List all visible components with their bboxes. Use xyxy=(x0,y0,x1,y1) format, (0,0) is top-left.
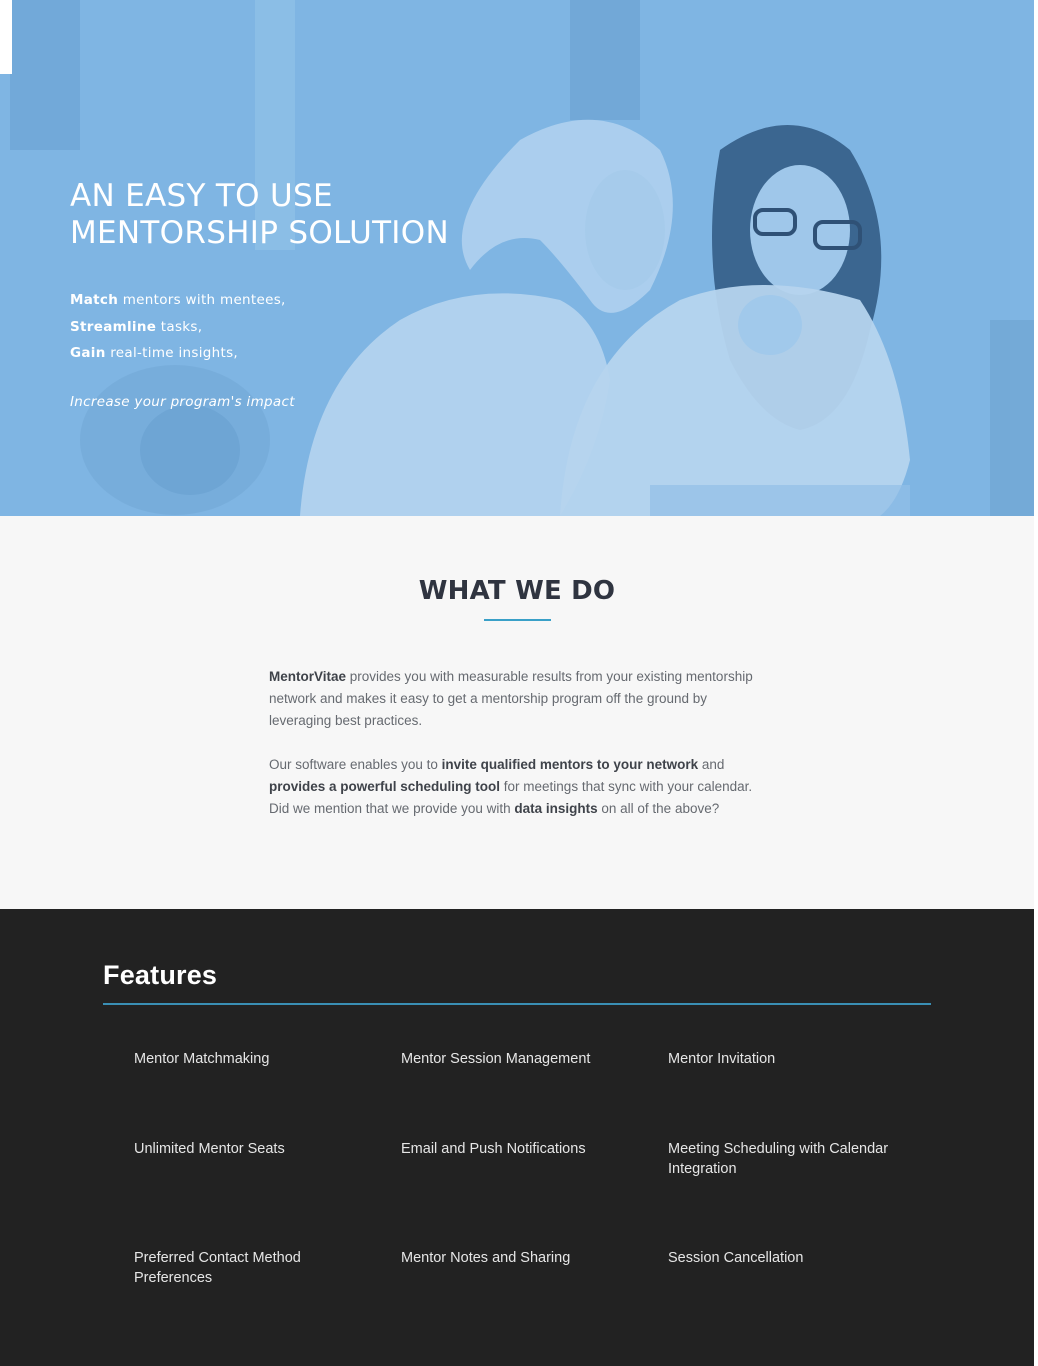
what-we-do-paragraph-1: MentorVitae provides you with measurable… xyxy=(269,666,769,732)
hero-title: AN EASY TO USE MENTORSHIP SOLUTION xyxy=(70,178,590,252)
hero-tagline: Increase your program's impact xyxy=(70,394,295,410)
features-section: Features Mentor Matchmaking Mentor Sessi… xyxy=(0,909,1034,1366)
feature-item: Mentor Session Management xyxy=(401,1051,591,1067)
feature-item: Email and Push Notifications xyxy=(401,1141,586,1157)
what-we-do-p2-bold1: invite qualified mentors to your network xyxy=(441,757,699,772)
feature-item: Preferred Contact Method Preferences xyxy=(134,1250,301,1286)
feature-item: Meeting Scheduling with Calendar Integra… xyxy=(668,1141,889,1177)
what-we-do-underline xyxy=(484,619,551,621)
page-right-edge xyxy=(1034,0,1038,1366)
hero-value-streamline-text: tasks, xyxy=(156,318,203,335)
hero-title-line2: MENTORSHIP SOLUTION xyxy=(70,215,449,251)
feature-item: Mentor Invitation xyxy=(668,1051,776,1067)
hero-section: AN EASY TO USE MENTORSHIP SOLUTION Match… xyxy=(0,0,1034,516)
what-we-do-title: WHAT WE DO xyxy=(418,576,616,606)
what-we-do-p2-bold2: provides a powerful scheduling tool xyxy=(269,779,501,794)
what-we-do-p2-text1: Our software enables you to xyxy=(269,757,442,772)
feature-item: Unlimited Mentor Seats xyxy=(134,1141,285,1157)
hero-title-line1: AN EASY TO USE xyxy=(70,178,333,214)
what-we-do-p2-text4: on all of the above? xyxy=(597,801,720,816)
hero-value-streamline: Streamline tasks, xyxy=(70,314,286,341)
hero-blue-overlay xyxy=(0,0,1034,516)
hero-value-match-text: mentors with mentees, xyxy=(118,292,286,308)
features-title: Features xyxy=(103,960,218,990)
hero-value-match: Match mentors with mentees, xyxy=(70,287,286,314)
brand-name: MentorVitae xyxy=(269,669,347,684)
what-we-do-body: MentorVitae provides you with measurable… xyxy=(269,666,769,842)
what-we-do-p2-text2: and xyxy=(698,757,725,772)
hero-value-gain-bold: Gain xyxy=(70,345,106,361)
hero-value-gain: Gain real-time insights, xyxy=(70,340,286,367)
what-we-do-paragraph-2: Our software enables you to invite quali… xyxy=(269,754,769,820)
page: AN EASY TO USE MENTORSHIP SOLUTION Match… xyxy=(0,0,1038,1366)
what-we-do-p2-bold3: data insights xyxy=(514,801,598,816)
hero-value-streamline-bold: Streamline xyxy=(70,318,157,335)
what-we-do-section: WHAT WE DO MentorVitae provides you with… xyxy=(0,516,1038,909)
hero-value-list: Match mentors with mentees, Streamline t… xyxy=(70,287,286,367)
hero-value-gain-text: real-time insights, xyxy=(105,345,239,361)
feature-item: Session Cancellation xyxy=(668,1250,804,1266)
features-divider xyxy=(103,1003,931,1005)
feature-item: Mentor Notes and Sharing xyxy=(401,1250,571,1266)
feature-item: Mentor Matchmaking xyxy=(134,1051,270,1067)
hero-corner-tab xyxy=(0,0,12,74)
hero-value-match-bold: Match xyxy=(70,292,119,308)
